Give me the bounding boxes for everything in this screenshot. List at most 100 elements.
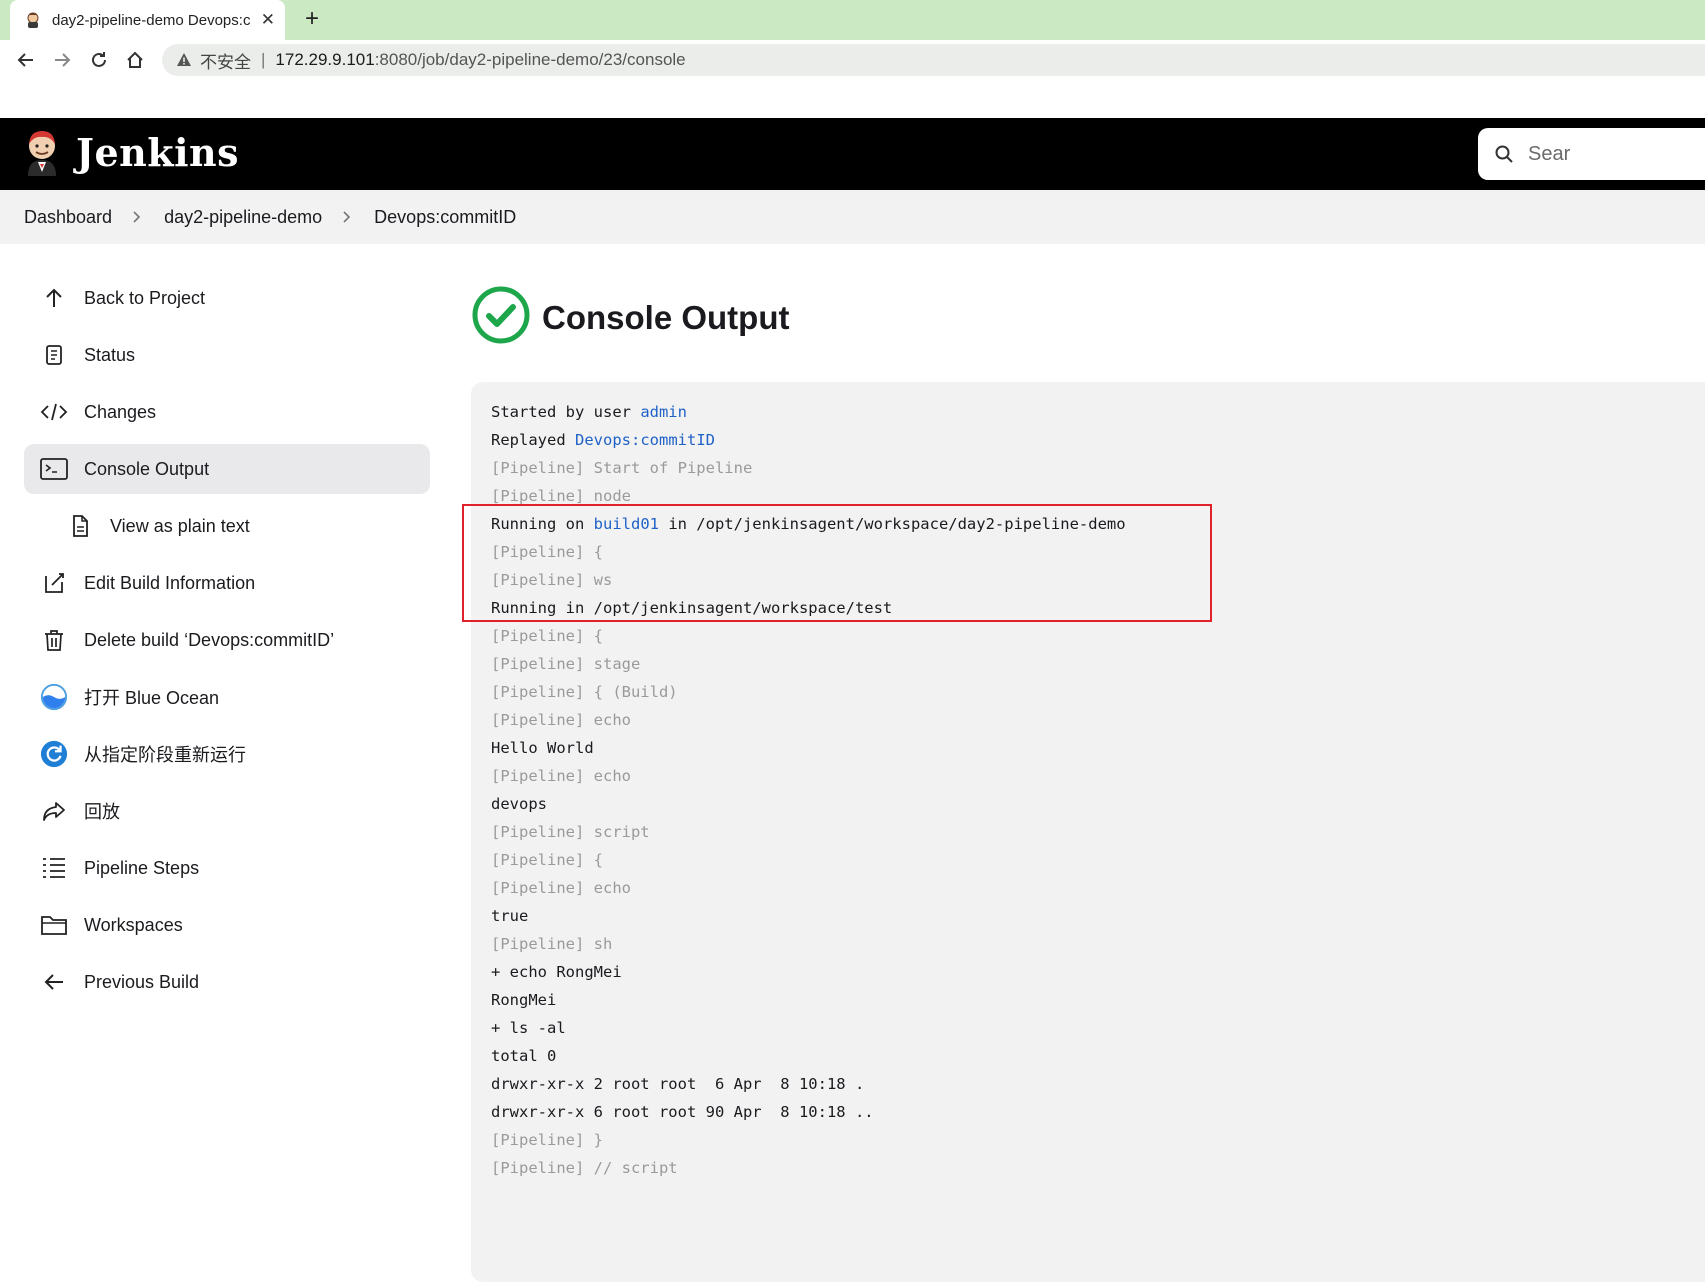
sidebar-item-label: Edit Build Information xyxy=(84,572,256,593)
search-box[interactable]: Sear xyxy=(1478,128,1705,180)
document-icon xyxy=(40,341,68,369)
console-line: RongMei xyxy=(491,989,1705,1017)
blue-ocean-icon xyxy=(40,683,68,711)
console-line: [Pipeline] { xyxy=(491,849,1705,877)
search-placeholder: Sear xyxy=(1528,142,1571,165)
forward-arrow-icon xyxy=(55,53,71,67)
sidebar-item-label: 打开 Blue Ocean xyxy=(84,688,220,708)
tab-close-icon[interactable]: ✕ xyxy=(261,10,275,30)
sidebar: Back to Project Status Changes Console O… xyxy=(24,273,430,1014)
edit-icon xyxy=(40,569,68,597)
chevron-right-icon xyxy=(342,210,352,224)
console-line-text: [Pipeline] echo xyxy=(491,879,631,897)
address-bar[interactable]: 不安全 | 172.29.9.101:8080/job/day2-pipelin… xyxy=(162,44,1705,76)
console-line: Replayed Devops:commitID xyxy=(491,429,1705,457)
console-line-text: in /opt/jenkinsagent/workspace/day2-pipe… xyxy=(658,515,1126,533)
console-line-text: [Pipeline] echo xyxy=(491,711,631,729)
home-icon xyxy=(127,51,143,68)
console-line-text: [Pipeline] sh xyxy=(491,935,613,953)
sidebar-item-label: Changes xyxy=(84,401,157,422)
console-line-text: [Pipeline] // script xyxy=(491,1159,678,1177)
app-title[interactable]: Jenkins xyxy=(76,130,239,175)
console-line: Running on build01 in /opt/jenkinsagent/… xyxy=(491,513,1705,541)
breadcrumb-dashboard[interactable]: Dashboard xyxy=(24,207,112,228)
sidebar-item-changes[interactable]: Changes xyxy=(24,387,430,437)
sidebar-item-replay[interactable]: 回放 xyxy=(24,786,430,836)
jenkins-logo-icon[interactable] xyxy=(22,128,62,180)
sidebar-item-edit-build-information[interactable]: Edit Build Information xyxy=(24,558,430,608)
page-title: Console Output xyxy=(542,298,790,336)
sidebar-item-label: Status xyxy=(84,344,136,365)
sidebar-item-label: Workspaces xyxy=(84,914,183,935)
console-line-text: + ls -al xyxy=(491,1019,566,1037)
console-line: [Pipeline] ws xyxy=(491,569,1705,597)
console-link[interactable]: build01 xyxy=(594,515,659,533)
sidebar-item-console-output[interactable]: Console Output xyxy=(24,444,430,494)
sidebar-item-delete-build[interactable]: Delete build ‘Devops:commitID’ xyxy=(24,615,430,665)
back-arrow-icon xyxy=(17,53,33,67)
console-link[interactable]: admin xyxy=(640,403,687,421)
back-button[interactable] xyxy=(12,46,40,74)
url-host: 172.29.9.101 xyxy=(275,50,375,69)
console-line-text: [Pipeline] node xyxy=(491,487,631,505)
console-line-text: [Pipeline] stage xyxy=(491,655,641,673)
console-line: drwxr-xr-x 2 root root 6 Apr 8 10:18 . xyxy=(491,1073,1705,1101)
sidebar-item-pipeline-steps[interactable]: Pipeline Steps xyxy=(24,843,430,893)
sidebar-item-status[interactable]: Status xyxy=(24,330,430,380)
chevron-right-icon xyxy=(132,210,142,224)
sidebar-item-restart-from-stage[interactable]: 从指定阶段重新运行 xyxy=(24,729,430,779)
console-line-text: Running in /opt/jenkinsagent/workspace/t… xyxy=(491,599,893,617)
console-line-text: + echo RongMei xyxy=(491,963,622,981)
jenkins-favicon-icon xyxy=(24,11,42,29)
console-line: [Pipeline] echo xyxy=(491,709,1705,737)
sidebar-item-label: 从指定阶段重新运行 xyxy=(84,745,246,765)
arrow-up-icon xyxy=(40,284,68,312)
console-line-text: drwxr-xr-x 6 root root 90 Apr 8 10:18 .. xyxy=(491,1103,874,1121)
console-line: drwxr-xr-x 6 root root 90 Apr 8 10:18 .. xyxy=(491,1101,1705,1129)
console-line-text: [Pipeline] script xyxy=(491,823,650,841)
home-button[interactable] xyxy=(121,46,149,74)
breadcrumb-build[interactable]: Devops:commitID xyxy=(374,207,516,228)
console-line: [Pipeline] echo xyxy=(491,765,1705,793)
console-line: [Pipeline] echo xyxy=(491,877,1705,905)
console-link[interactable]: Devops:commitID xyxy=(575,431,715,449)
console-line: [Pipeline] // script xyxy=(491,1157,1705,1185)
console-line-text: Running on xyxy=(491,515,594,533)
console-output: Started by user admin Replayed Devops:com… xyxy=(471,382,1705,1282)
jenkins-header: Jenkins Sear xyxy=(0,118,1705,190)
url-separator: | xyxy=(261,50,266,69)
console-line-text: [Pipeline] { (Build) xyxy=(491,683,678,701)
console-line-text: [Pipeline] { xyxy=(491,851,603,869)
reload-button[interactable] xyxy=(85,46,113,74)
breadcrumb-job[interactable]: day2-pipeline-demo xyxy=(164,207,322,228)
breadcrumb: Dashboard day2-pipeline-demo Devops:comm… xyxy=(0,190,1705,244)
sidebar-item-blue-ocean[interactable]: 打开 Blue Ocean xyxy=(24,672,430,722)
console-line-text: Started by user xyxy=(491,403,641,421)
terminal-icon xyxy=(40,455,68,483)
console-line: Running in /opt/jenkinsagent/workspace/t… xyxy=(491,597,1705,625)
forward-button[interactable] xyxy=(48,46,76,74)
sidebar-item-label: Previous Build xyxy=(84,971,200,992)
console-line-text: total 0 xyxy=(491,1047,557,1065)
browser-tab[interactable]: day2-pipeline-demo Devops:c ✕ xyxy=(10,0,285,40)
console-line: [Pipeline] Start of Pipeline xyxy=(491,457,1705,485)
sidebar-item-view-plain-text[interactable]: View as plain text xyxy=(24,501,430,551)
sidebar-item-workspaces[interactable]: Workspaces xyxy=(24,900,430,950)
reload-icon xyxy=(92,52,106,67)
console-line: devops xyxy=(491,793,1705,821)
console-line: [Pipeline] script xyxy=(491,821,1705,849)
console-line: + echo RongMei xyxy=(491,961,1705,989)
sidebar-item-back-to-project[interactable]: Back to Project xyxy=(24,273,430,323)
console-line-text: RongMei xyxy=(491,991,557,1009)
sidebar-item-label: 回放 xyxy=(84,802,120,822)
warning-icon xyxy=(176,52,192,68)
browser-tab-bar: day2-pipeline-demo Devops:c ✕ + xyxy=(0,0,1705,40)
console-line: [Pipeline] { (Build) xyxy=(491,681,1705,709)
success-check-icon xyxy=(472,286,530,349)
console-line-text: drwxr-xr-x 2 root root 6 Apr 8 10:18 . xyxy=(491,1075,865,1093)
sidebar-item-previous-build[interactable]: Previous Build xyxy=(24,957,430,1007)
search-icon xyxy=(1495,145,1513,163)
new-tab-button[interactable]: + xyxy=(298,6,326,34)
console-line-text: [Pipeline] Start of Pipeline xyxy=(491,459,753,477)
console-line-text: [Pipeline] { xyxy=(491,543,603,561)
